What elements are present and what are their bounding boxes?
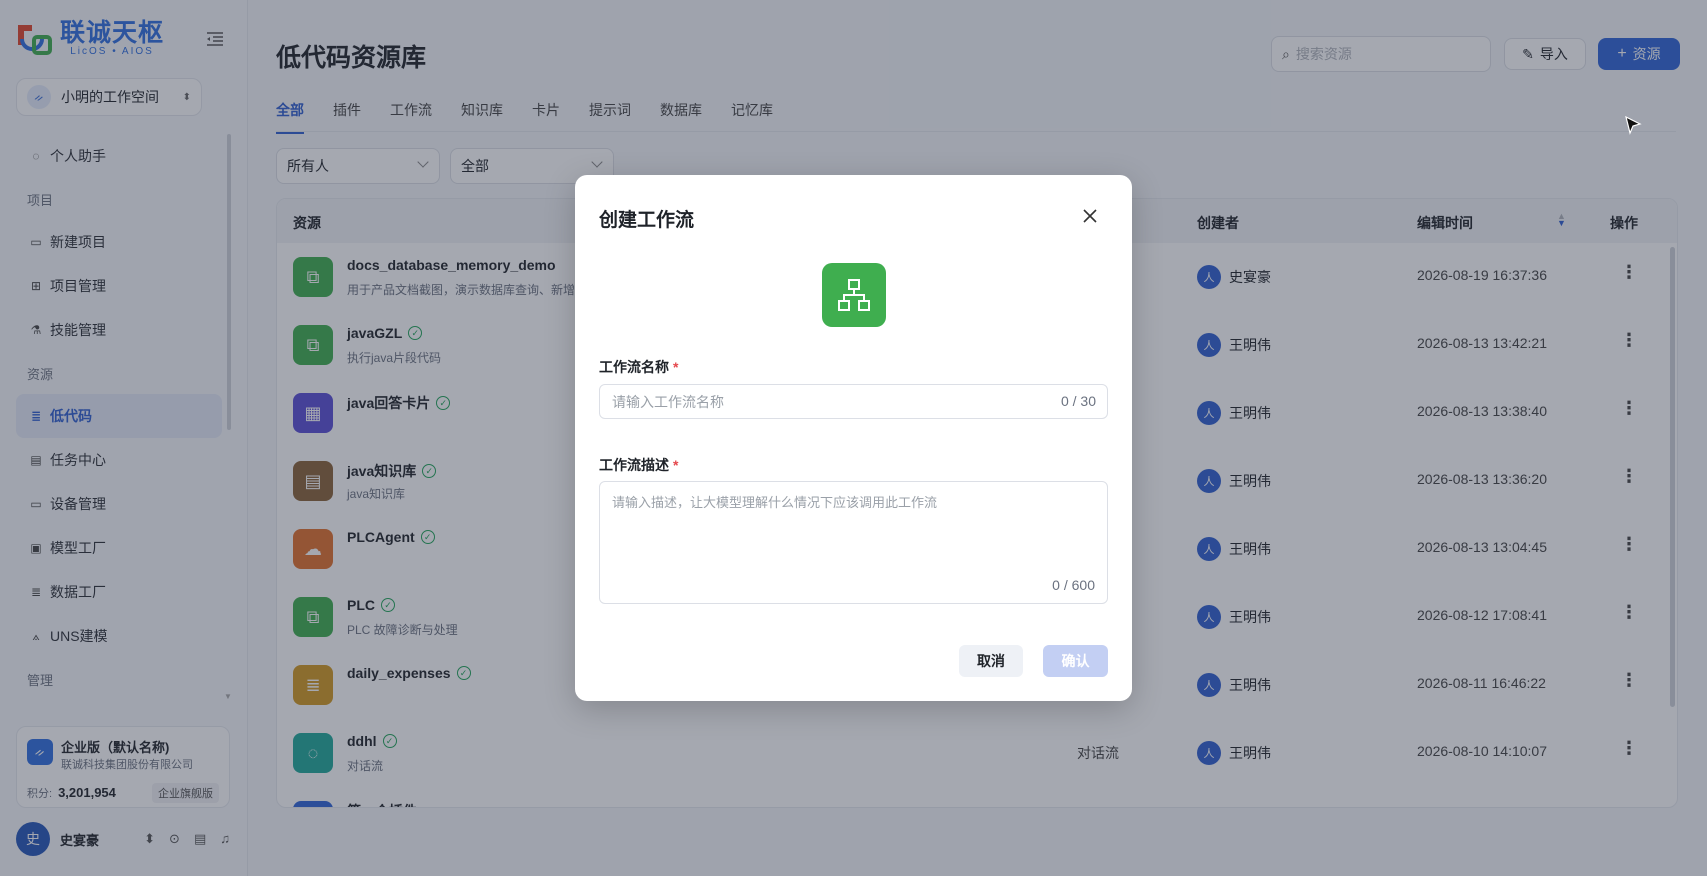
workflow-glyph-icon (838, 279, 870, 311)
name-label-text: 工作流名称 (599, 359, 669, 375)
desc-field-label: 工作流描述 * (599, 455, 678, 475)
workflow-name-input[interactable] (599, 384, 1108, 419)
desc-char-count: 0 / 600 (1052, 577, 1095, 593)
workflow-icon[interactable] (822, 263, 886, 327)
confirm-button[interactable]: 确认 (1043, 645, 1108, 677)
name-field-label: 工作流名称 * (599, 357, 678, 377)
desc-label-text: 工作流描述 (599, 457, 669, 473)
required-mark: * (673, 457, 679, 473)
dialog-title: 创建工作流 (599, 210, 695, 231)
required-mark: * (673, 359, 679, 375)
workflow-description-input[interactable] (599, 481, 1108, 604)
mouse-cursor-icon (1625, 115, 1642, 135)
name-char-count: 0 / 30 (1060, 393, 1096, 409)
cancel-button[interactable]: 取消 (959, 645, 1023, 677)
close-icon[interactable] (1079, 205, 1101, 227)
create-workflow-dialog: 创建工作流 工作流名称* 0 / 30 工作流描述* 0 / 600 取消 确认 (575, 175, 1132, 701)
